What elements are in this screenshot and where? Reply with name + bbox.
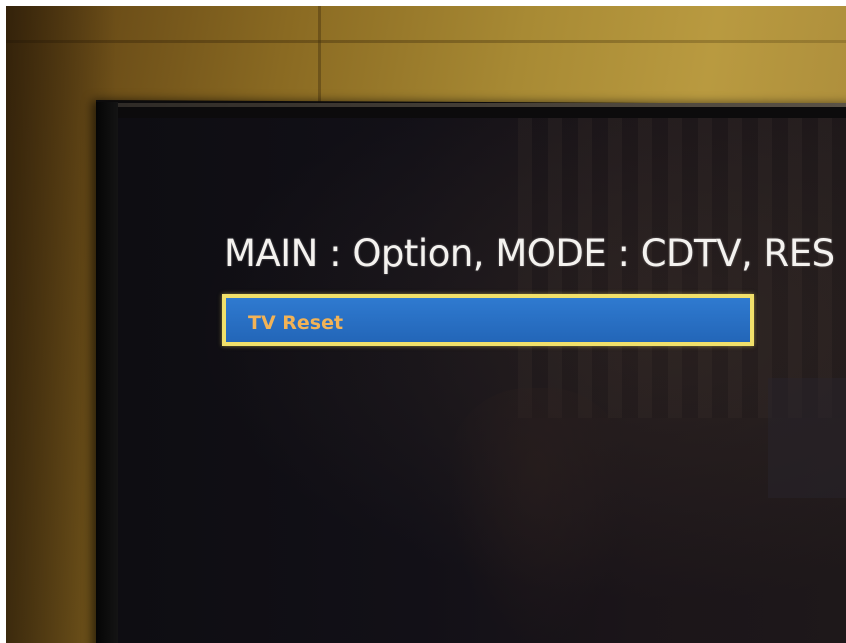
menu-item-label: TV Reset	[248, 312, 344, 334]
wall-seam-vertical	[318, 6, 321, 106]
screen-reflection-figure	[448, 388, 628, 643]
tv-bezel-edge	[104, 103, 846, 107]
service-menu-header: MAIN : Option, MODE : CDTV, RES	[224, 232, 835, 275]
tv-side-edge	[96, 102, 118, 643]
screen-reflection-object	[768, 378, 846, 498]
menu-item-tv-reset[interactable]: TV Reset	[222, 294, 754, 346]
wall-seam	[6, 40, 846, 43]
tv-screen: MAIN : Option, MODE : CDTV, RES TV Reset	[118, 118, 846, 643]
tv-photo: MAIN : Option, MODE : CDTV, RES TV Reset	[0, 0, 846, 643]
